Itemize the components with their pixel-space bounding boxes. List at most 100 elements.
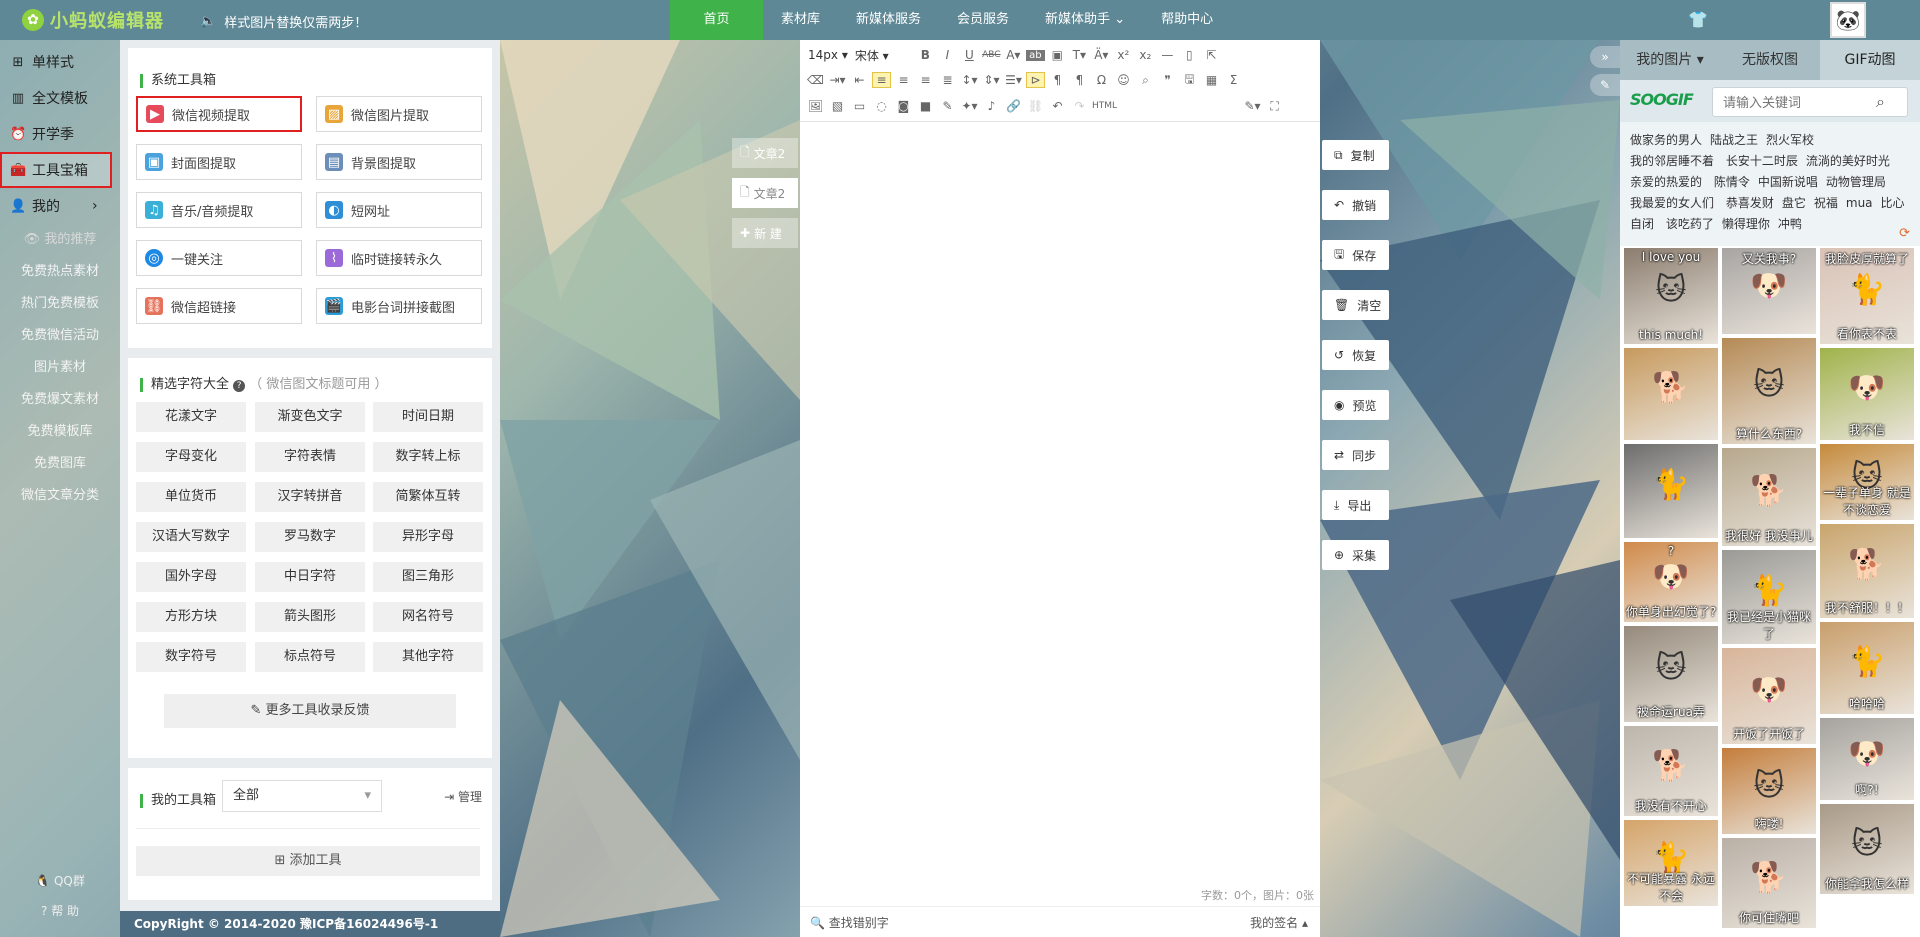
gif-thumbnail[interactable]: 🐶 啊?! [1820, 718, 1914, 800]
tool-movie-captions[interactable]: 🎬 电影台词拼接截图 [316, 288, 482, 324]
char-tool-11[interactable]: 异形字母 [373, 522, 483, 552]
sidebar-item-single-style[interactable]: ⊞ 单样式 [0, 44, 120, 80]
gif-thumbnail[interactable]: 🐱 你能拿我怎么样 [1820, 804, 1914, 894]
gif-thumbnail[interactable]: 🐶 开饭了开饭了 [1722, 648, 1816, 744]
gif-thumbnail[interactable]: 🐱 一辈子单身 就是不谈恋爱 [1820, 444, 1914, 520]
sidebar-sub-hot-templates[interactable]: 热门免费模板 [0, 288, 120, 320]
quote-icon[interactable]: ❞ [1158, 73, 1177, 87]
char-tool-6[interactable]: 单位货币 [136, 482, 246, 512]
gif-thumbnail[interactable]: 🐶 我不信 [1820, 348, 1914, 440]
tag[interactable]: mua [1846, 196, 1873, 210]
copy-button[interactable]: ⧉ 复制 [1322, 140, 1389, 170]
align-right-icon[interactable]: ≡ [916, 73, 935, 87]
char-tool-14[interactable]: 图三角形 [373, 562, 483, 592]
align-left-icon[interactable]: ≡ [872, 72, 891, 88]
underline-icon[interactable]: U [960, 48, 979, 62]
gif-thumbnail[interactable]: 🐈 我已经是小猫咪了 [1722, 550, 1816, 644]
text-format-icon[interactable]: T▾ [1070, 48, 1089, 62]
tag[interactable]: 陆战之王 [1710, 133, 1758, 147]
sigma-icon[interactable]: Σ [1224, 73, 1243, 87]
tag[interactable]: 中国新说唱 [1758, 175, 1818, 189]
help-link[interactable]: ? 帮 助 [0, 902, 120, 919]
paragraph-spacing-icon[interactable]: ⇕▾ [982, 73, 1001, 87]
editor-canvas[interactable] [800, 123, 1320, 893]
sync-button[interactable]: ⇄ 同步 [1322, 440, 1389, 470]
tag[interactable]: 懒得理你 [1722, 217, 1770, 231]
sidebar-item-toolbox[interactable]: 🧰 工具宝箱 [0, 152, 112, 188]
char-tool-19[interactable]: 标点符号 [255, 642, 365, 672]
font-size-select[interactable]: 14px ▾ [806, 48, 850, 62]
find-typos-button[interactable]: 🔍 查找错别字 [810, 914, 889, 931]
gif-thumbnail[interactable]: 🐱 嗨喽! [1722, 748, 1816, 834]
unlink-icon[interactable]: ⛓ [1026, 99, 1045, 113]
video-icon[interactable]: ■ [916, 99, 935, 113]
gif-thumbnail[interactable]: 🐕 我没有不开心 [1624, 726, 1718, 816]
brush-icon[interactable]: ✎ [938, 99, 957, 113]
tool-permanent-link[interactable]: ⌇ 临时链接转永久 [316, 240, 482, 276]
new-doc-button[interactable]: ✚ 新 建 [732, 218, 798, 248]
tag[interactable]: 比心 [1881, 196, 1905, 210]
superscript-icon[interactable]: x² [1114, 48, 1133, 62]
sidebar-sub-hot-materials[interactable]: 免费热点素材 [0, 256, 120, 288]
nav-home[interactable]: 首页 [670, 0, 763, 40]
save-button[interactable]: 🖫 保存 [1322, 240, 1389, 270]
tool-one-click-follow[interactable]: ◎ 一键关注 [136, 240, 302, 276]
music-icon[interactable]: ♪ [982, 99, 1001, 113]
clear-button[interactable]: 🗑 清空 [1322, 290, 1389, 320]
char-tool-13[interactable]: 中日字符 [255, 562, 365, 592]
tag[interactable]: 祝福 [1814, 196, 1838, 210]
image-icon[interactable]: 🖼 [806, 99, 825, 113]
search-icon[interactable]: ⌕ [1876, 92, 1896, 112]
tab-free-images[interactable]: 无版权图 [1720, 40, 1820, 80]
gif-thumbnail[interactable]: 🐱 算什么东西? [1722, 338, 1816, 444]
gif-thumbnail[interactable]: 🐱 被命运rua弄 [1624, 626, 1718, 722]
add-tool-button[interactable]: ⊞ 添加工具 [136, 846, 480, 876]
char-tool-18[interactable]: 数字符号 [136, 642, 246, 672]
table-icon[interactable]: ▦ [1202, 73, 1221, 87]
eraser-icon[interactable]: ⌫ [806, 73, 825, 87]
tab-my-images[interactable]: 我的图片 ▾ [1620, 40, 1720, 80]
tshirt-icon[interactable]: 👕 [1688, 10, 1708, 30]
char-tool-3[interactable]: 字母变化 [136, 442, 246, 472]
border-icon[interactable]: ▣ [1048, 48, 1067, 62]
qq-group-link[interactable]: 🐧 QQ群 [0, 872, 120, 889]
rtl-icon[interactable]: ¶ [1070, 73, 1089, 87]
char-tool-17[interactable]: 网名符号 [373, 602, 483, 632]
tool-short-url[interactable]: ◐ 短网址 [316, 192, 482, 228]
sidebar-sub-article-categories[interactable]: 微信文章分类 [0, 480, 120, 512]
gif-thumbnail[interactable]: 🐈 不可能暴露 永远不会 [1624, 820, 1718, 906]
emoji-icon[interactable]: ☺ [1114, 73, 1133, 87]
font-family-select[interactable]: 宋体 ▾ [853, 47, 913, 64]
highlight-icon[interactable]: ab [1025, 49, 1045, 61]
font-color-icon[interactable]: A▾ [1004, 48, 1023, 62]
sidebar-sub-recommend[interactable]: 👁 我的推荐 [0, 224, 120, 256]
logo[interactable]: ✿ 小蚂蚁编辑器 [22, 7, 164, 33]
html-mode-button[interactable]: HTML [1092, 101, 1117, 111]
tag[interactable]: 亲爱的热爱的 [1630, 175, 1702, 189]
tag[interactable]: 烈火军校 [1766, 133, 1814, 147]
char-tool-7[interactable]: 汉字转拼音 [255, 482, 365, 512]
char-tool-16[interactable]: 箭头图形 [255, 602, 365, 632]
undo-icon[interactable]: ↶ [1048, 99, 1067, 113]
template-edit-icon[interactable]: ✎▾ [1243, 99, 1262, 113]
gif-thumbnail[interactable]: 🐕 我很好 我没事儿 [1722, 448, 1816, 546]
nav-help[interactable]: 帮助中心 [1143, 0, 1231, 40]
tag[interactable]: 长安十二时辰 [1726, 154, 1798, 168]
sidebar-sub-template-library[interactable]: 免费模板库 [0, 416, 120, 448]
tab-gif[interactable]: GIF动图 [1820, 40, 1920, 80]
strikethrough-icon[interactable]: ABC [982, 50, 1001, 60]
tool-audio[interactable]: ♫ 音乐/音频提取 [136, 192, 302, 228]
char-tool-2[interactable]: 时间日期 [373, 402, 483, 432]
tag[interactable]: 自闭 [1630, 217, 1654, 231]
horizontal-rule-icon[interactable]: — [1158, 48, 1177, 62]
format-painter-icon[interactable]: ⊳ [1026, 72, 1045, 88]
tag[interactable]: 陈情令 [1714, 175, 1750, 189]
avatar[interactable]: 🐼 [1830, 2, 1866, 38]
tool-background-image[interactable]: ▤ 背景图提取 [316, 144, 482, 180]
char-tool-5[interactable]: 数字转上标 [373, 442, 483, 472]
italic-icon[interactable]: I [938, 48, 957, 62]
ltr-icon[interactable]: ¶ [1048, 73, 1067, 87]
camera-icon[interactable]: ◙ [894, 99, 913, 113]
gif-thumbnail[interactable]: 🐈 [1624, 444, 1718, 538]
gif-thumbnail[interactable]: 🐕 你可住嘴吧 [1722, 838, 1816, 928]
